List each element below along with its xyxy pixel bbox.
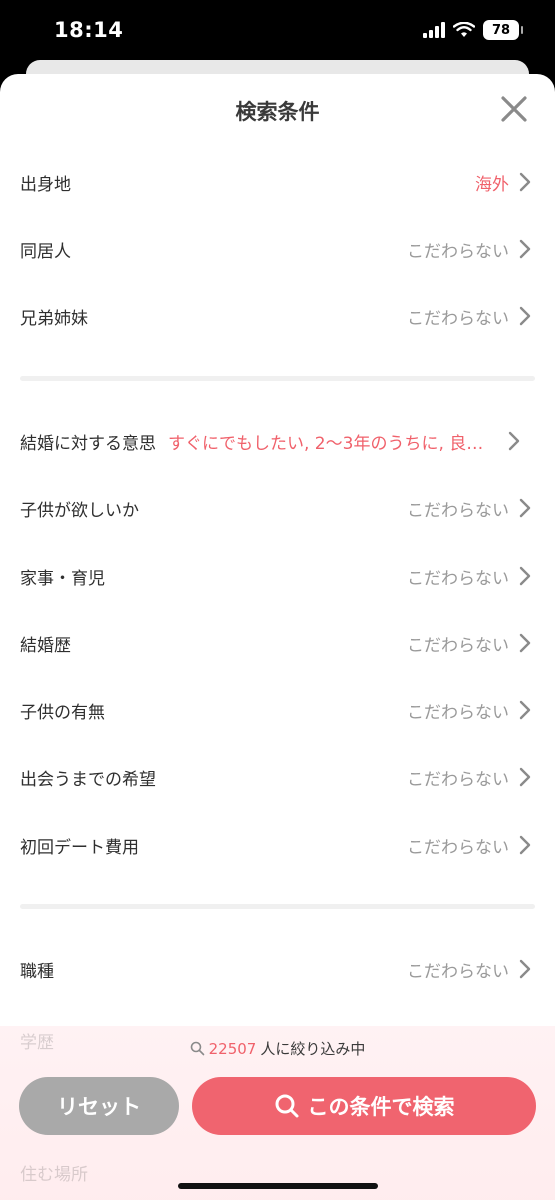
battery-icon: 78 <box>483 20 523 40</box>
chevron-right-icon <box>519 498 531 518</box>
row-value: こだわらない <box>407 702 509 723</box>
row-label: 子供が欲しいか <box>20 500 139 521</box>
search-icon <box>275 1094 298 1118</box>
result-count-suffix: 人に絞り込み中 <box>260 1040 366 1058</box>
row-value: こだわらない <box>407 308 509 329</box>
row-label: 職種 <box>20 961 54 982</box>
row-value: こだわらない <box>407 568 509 589</box>
row-label: 子供の有無 <box>20 702 105 723</box>
row-value: すぐにでもしたい, 2〜3年のうちに, 良い人がいたら <box>168 433 498 454</box>
search-icon <box>190 1041 204 1056</box>
status-icons: 78 <box>423 20 523 40</box>
row-value: こだわらない <box>407 961 509 982</box>
search-button[interactable]: この条件で検索 <box>192 1077 536 1135</box>
row-value: 海外 <box>475 174 509 195</box>
row-label: 結婚歴 <box>20 635 71 656</box>
row-marriage-intention[interactable]: 結婚に対する意思 すぐにでもしたい, 2〜3年のうちに, 良い人がいたら <box>0 408 555 474</box>
wifi-icon <box>453 22 475 37</box>
section-divider <box>20 904 535 909</box>
search-button-label: この条件で検索 <box>307 1095 455 1119</box>
row-value: こだわらない <box>407 635 509 656</box>
row-marriage-history[interactable]: 結婚歴 こだわらない <box>0 610 555 676</box>
row-want-children[interactable]: 子供が欲しいか こだわらない <box>0 475 555 541</box>
obscured-row-label: 住む場所 <box>20 1165 88 1185</box>
row-has-children[interactable]: 子供の有無 こだわらない <box>0 677 555 743</box>
section-divider <box>20 376 535 381</box>
home-indicator <box>178 1183 378 1189</box>
result-count-number: 22507 <box>208 1039 257 1058</box>
battery-level: 78 <box>491 22 511 38</box>
row-occupation[interactable]: 職種 こだわらない <box>0 936 555 1002</box>
result-count: 22507 人に絞り込み中 <box>0 1038 555 1059</box>
search-conditions-sheet: 検索条件 出身地 海外 同居人 こだわらない 兄弟姉妹 こだわらない 結婚に対す… <box>0 74 555 1200</box>
close-icon[interactable] <box>499 94 529 124</box>
row-label: 初回デート費用 <box>20 837 139 858</box>
chevron-right-icon <box>508 431 520 451</box>
row-cohabitant[interactable]: 同居人 こだわらない <box>0 216 555 282</box>
sheet-title: 検索条件 <box>235 100 320 124</box>
row-label: 結婚に対する意思 <box>20 433 156 454</box>
chevron-right-icon <box>519 239 531 259</box>
status-bar: 18:14 78 <box>0 0 555 62</box>
row-value: こだわらない <box>407 769 509 790</box>
status-time: 18:14 <box>54 18 124 42</box>
row-label: 同居人 <box>20 241 71 262</box>
chevron-right-icon <box>519 633 531 653</box>
row-label: 出会うまでの希望 <box>20 769 156 790</box>
row-label: 兄弟姉妹 <box>20 308 88 329</box>
chevron-right-icon <box>519 959 531 979</box>
chevron-right-icon <box>519 306 531 326</box>
row-birthplace[interactable]: 出身地 海外 <box>0 149 555 215</box>
row-meeting-preference[interactable]: 出会うまでの希望 こだわらない <box>0 744 555 810</box>
signal-icon <box>423 22 445 38</box>
chevron-right-icon <box>519 767 531 787</box>
row-value: こだわらない <box>407 837 509 858</box>
reset-button-label: リセット <box>57 1095 141 1119</box>
row-label: 出身地 <box>20 174 71 195</box>
row-siblings[interactable]: 兄弟姉妹 こだわらない <box>0 283 555 349</box>
reset-button[interactable]: リセット <box>19 1077 179 1135</box>
chevron-right-icon <box>519 566 531 586</box>
row-label: 家事・育児 <box>20 568 105 589</box>
row-value: こだわらない <box>407 241 509 262</box>
row-value: こだわらない <box>407 500 509 521</box>
bottom-action-panel: 学歴 住む場所 22507 人に絞り込み中 リセット この条件で検索 <box>0 1026 555 1200</box>
chevron-right-icon <box>519 172 531 192</box>
chevron-right-icon <box>519 700 531 720</box>
row-first-date-cost[interactable]: 初回デート費用 こだわらない <box>0 812 555 878</box>
row-housework-childcare[interactable]: 家事・育児 こだわらない <box>0 543 555 609</box>
chevron-right-icon <box>519 835 531 855</box>
